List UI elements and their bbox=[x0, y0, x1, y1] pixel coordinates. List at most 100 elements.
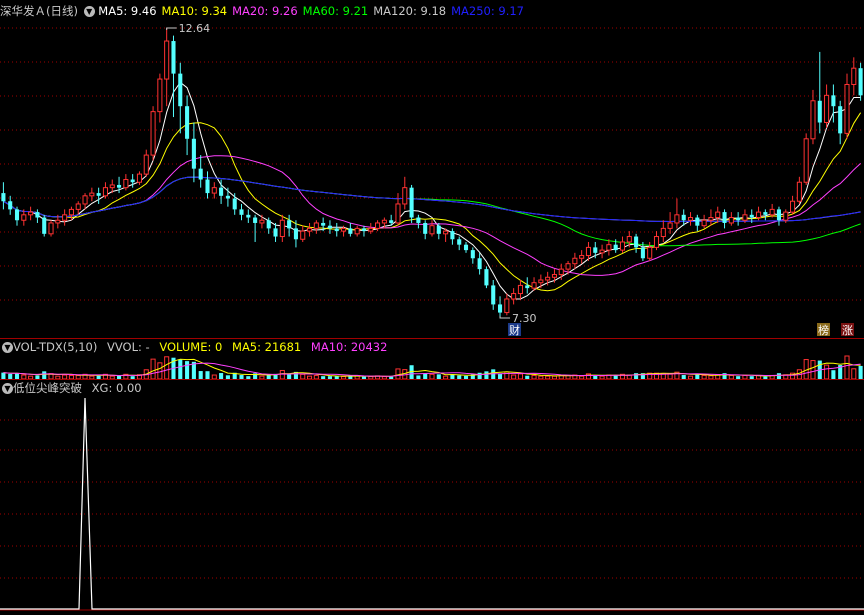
candle-body-down bbox=[225, 195, 230, 199]
candle-body-up bbox=[211, 187, 217, 194]
candle-body-up bbox=[551, 274, 557, 278]
candle-body-down bbox=[416, 217, 421, 223]
volume-bar-down bbox=[484, 371, 489, 379]
candle-body-down bbox=[695, 217, 700, 226]
candle-body-up bbox=[796, 181, 802, 202]
candle-body-up bbox=[102, 187, 108, 197]
collapse-arrow-icon[interactable]: ▼ bbox=[2, 383, 13, 394]
candle-body-down bbox=[593, 247, 598, 253]
candle-body-up bbox=[429, 225, 435, 235]
candle-body-down bbox=[334, 228, 339, 232]
candle-body-down bbox=[287, 220, 292, 229]
signal-indicator-name: 低位尖峰突破 bbox=[13, 381, 82, 395]
candle-body-up bbox=[674, 214, 680, 224]
candle-body-up bbox=[21, 214, 27, 221]
volume-value: VOLUME: 0 bbox=[159, 340, 223, 354]
candle-body-up bbox=[62, 214, 68, 221]
candle-body-down bbox=[8, 201, 13, 210]
candle-body-up bbox=[402, 187, 408, 205]
candle-body-up bbox=[565, 263, 571, 270]
signal-spike-line bbox=[0, 397, 864, 610]
chart-canvas[interactable]: 12.647.30财榜涨 bbox=[0, 0, 864, 615]
candle-body-up bbox=[844, 83, 850, 134]
collapse-arrow-icon[interactable]: ▼ bbox=[2, 342, 13, 353]
candle-body-down bbox=[293, 228, 298, 240]
candle-body-up bbox=[708, 217, 714, 221]
candle-body-up bbox=[701, 219, 707, 227]
candle-body-down bbox=[1, 193, 6, 202]
candle-body-down bbox=[423, 222, 428, 234]
candle-body-down bbox=[450, 231, 455, 240]
candle-body-up bbox=[381, 219, 387, 224]
candle-body-up bbox=[653, 236, 660, 248]
candle-body-up bbox=[375, 222, 381, 229]
candle-body-down bbox=[463, 244, 469, 251]
candle-body-up bbox=[164, 40, 170, 80]
candle-body-up bbox=[626, 236, 632, 243]
candle-body-down bbox=[491, 285, 496, 305]
candle-body-up bbox=[687, 217, 694, 221]
ma10-line bbox=[3, 112, 862, 292]
candle-body-down bbox=[327, 225, 332, 229]
candle-body-down bbox=[831, 95, 836, 107]
candle-body-up bbox=[354, 227, 360, 235]
ma20-line bbox=[3, 155, 861, 276]
badge-bang: 榜 bbox=[818, 323, 829, 337]
volume-bar-down bbox=[205, 371, 210, 379]
candle-body-down bbox=[253, 217, 258, 223]
candle-body-down bbox=[484, 269, 489, 286]
volume-bar-up bbox=[824, 364, 830, 380]
volume-indicator-name: VOL-TDX(5,10) bbox=[13, 340, 98, 354]
candle-body-up bbox=[109, 184, 115, 189]
candle-body-up bbox=[395, 203, 401, 224]
candle-body-down bbox=[246, 214, 251, 218]
candle-body-up bbox=[728, 217, 734, 224]
candle-body-up bbox=[790, 200, 796, 213]
candle-body-down bbox=[232, 198, 237, 210]
candle-body-up bbox=[769, 208, 775, 216]
volume-bar-up bbox=[851, 368, 857, 380]
candle-body-down bbox=[35, 212, 40, 218]
volume-bar-down bbox=[185, 361, 190, 379]
candle-body-up bbox=[545, 276, 551, 281]
candle-body-up bbox=[810, 100, 816, 140]
candle-body-down bbox=[130, 179, 135, 183]
candle-body-down bbox=[185, 106, 190, 139]
candle-body-down bbox=[14, 209, 20, 221]
candle-body-down bbox=[681, 214, 686, 221]
candle-body-down bbox=[477, 258, 482, 270]
candle-body-up bbox=[538, 279, 544, 284]
candle-body-up bbox=[660, 227, 666, 238]
high-price-marker bbox=[166, 27, 177, 30]
badge-cai: 财 bbox=[509, 323, 520, 337]
candle-body-up bbox=[756, 211, 762, 219]
candle-body-up bbox=[143, 154, 149, 175]
candle-body-down bbox=[525, 285, 530, 289]
candle-body-up bbox=[279, 219, 285, 238]
candle-body-down bbox=[361, 228, 367, 232]
candle-body-down bbox=[470, 250, 475, 259]
candle-body-down bbox=[817, 100, 822, 123]
candle-body-up bbox=[341, 227, 347, 232]
candle-body-up bbox=[55, 219, 61, 224]
candle-body-up bbox=[647, 246, 653, 259]
candle-body-down bbox=[96, 193, 101, 196]
vol-ma5-value: MA5: 21681 bbox=[232, 340, 302, 354]
vvol-value: VVOL: - bbox=[107, 340, 150, 354]
candle-body-down bbox=[634, 236, 639, 248]
candle-body-up bbox=[531, 282, 537, 289]
candle-body-up bbox=[619, 241, 626, 251]
low-price-marker bbox=[499, 316, 511, 319]
candle-body-down bbox=[205, 179, 210, 194]
volume-bar-up bbox=[395, 368, 401, 380]
candle-body-down bbox=[436, 225, 441, 234]
candle-body-up bbox=[259, 219, 265, 224]
candle-body-down bbox=[389, 220, 394, 223]
candle-body-up bbox=[368, 227, 374, 232]
candle-body-up bbox=[504, 298, 510, 314]
candle-body-up bbox=[851, 67, 857, 85]
candle-body-down bbox=[219, 187, 224, 196]
volume-bar-up bbox=[810, 360, 816, 380]
candle-body-up bbox=[803, 138, 809, 183]
candle-body-up bbox=[48, 222, 54, 235]
